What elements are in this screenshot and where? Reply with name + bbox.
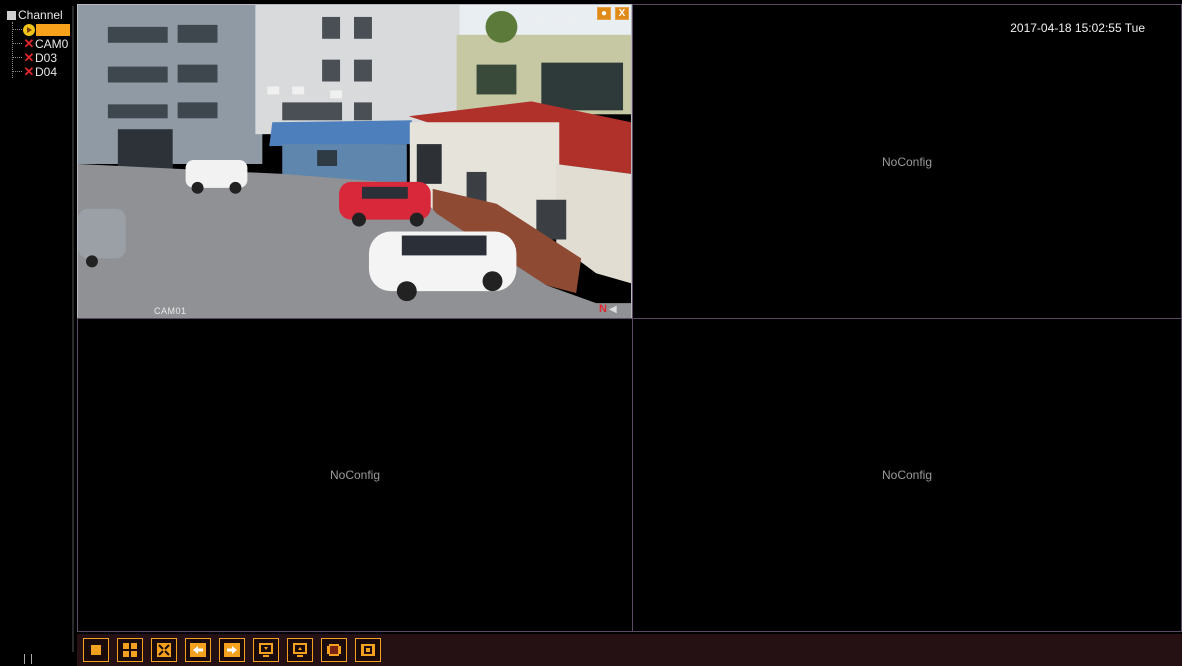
video-cell-3[interactable]: NoConfig — [77, 318, 633, 632]
channel-tree: Channel ✕ CAM0 ✕ D03 ✕ D04 — [6, 6, 74, 652]
monitor-down-button[interactable] — [253, 638, 279, 662]
disconnected-icon: ✕ — [23, 50, 35, 65]
collapse-icon[interactable] — [7, 10, 16, 20]
monitor-down-icon — [259, 643, 273, 657]
noconfig-label: NoConfig — [881, 468, 933, 482]
channel-item-cam0[interactable]: ✕ CAM0 — [12, 36, 69, 51]
record-icon — [327, 644, 341, 656]
next-arrow-icon — [224, 643, 240, 657]
channel-panel: Channel ✕ CAM0 ✕ D03 ✕ D04 — [0, 0, 76, 666]
disconnected-icon: ✕ — [23, 36, 35, 51]
tree-branch — [12, 29, 22, 30]
channel-item-label: D04 — [35, 64, 58, 79]
bottom-toolbar — [77, 634, 1182, 666]
camera-timestamp: 2017-04-18 1 — [530, 15, 584, 25]
tree-branch — [12, 43, 22, 44]
record-toolbar-button[interactable] — [321, 638, 347, 662]
next-button[interactable] — [219, 638, 245, 662]
video-cell-2[interactable]: 2017-04-18 15:02:55 Tue NoConfig — [632, 4, 1182, 319]
channel-item-label: CAM0 — [35, 36, 69, 51]
playback-button[interactable] — [355, 638, 381, 662]
channel-item-label: D03 — [35, 50, 58, 65]
single-view-icon — [91, 645, 101, 655]
record-icon: ● — [600, 8, 608, 19]
channel-item-label — [36, 23, 70, 36]
single-view-button[interactable] — [83, 638, 109, 662]
close-icon: X — [618, 8, 626, 19]
no-signal-icon: N — [599, 303, 607, 315]
close-button[interactable]: X — [615, 7, 629, 20]
playback-icon — [361, 644, 375, 656]
channel-item-d04[interactable]: ✕ D04 — [12, 64, 58, 79]
video-cell-4[interactable]: NoConfig — [632, 318, 1182, 632]
system-datetime: 2017-04-18 15:02:55 Tue — [1010, 21, 1145, 35]
noconfig-label: NoConfig — [881, 154, 933, 169]
fullscreen-icon — [157, 643, 171, 657]
video-cell-cam01[interactable]: 2017-04-18 1 ● X CAM01 N ◀ — [77, 4, 632, 319]
fullscreen-button[interactable] — [151, 638, 177, 662]
previous-arrow-icon — [190, 643, 206, 657]
camera-status-icons: N ◀ — [599, 303, 617, 315]
record-button[interactable]: ● — [597, 7, 611, 20]
quad-view-button[interactable] — [117, 638, 143, 662]
noconfig-label: NoConfig — [329, 468, 381, 482]
disconnected-icon: ✕ — [23, 64, 35, 79]
previous-button[interactable] — [185, 638, 211, 662]
speaker-icon: ◀ — [608, 303, 617, 315]
quad-view-icon — [123, 643, 137, 657]
camera-name-label: CAM01 — [154, 306, 187, 316]
scrollbar-thumb[interactable] — [24, 654, 32, 664]
channel-item-1[interactable] — [12, 23, 70, 36]
channel-item-d03[interactable]: ✕ D03 — [12, 50, 58, 65]
tree-branch — [12, 57, 22, 58]
channel-tree-header[interactable]: Channel — [7, 8, 63, 22]
play-icon — [23, 23, 35, 36]
monitor-up-icon — [293, 643, 307, 657]
camera-feed-image — [78, 5, 631, 318]
monitor-up-button[interactable] — [287, 638, 313, 662]
channel-tree-title: Channel — [18, 8, 63, 22]
tree-branch — [12, 71, 22, 72]
